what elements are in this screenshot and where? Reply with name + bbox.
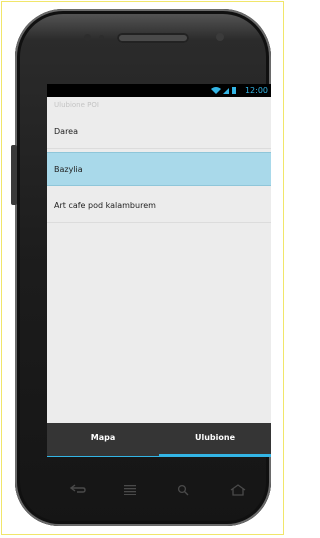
bottom-tab-bar: Mapa Ulubione — [47, 423, 271, 457]
cell-signal-icon — [223, 88, 229, 94]
list-item-label: Bazylia — [54, 165, 83, 174]
tab-label: Ulubione — [194, 433, 236, 442]
device-screen: 12:00 Ulubione POI Darea Bazylia Art caf… — [47, 84, 271, 457]
tab-mapa[interactable]: Mapa — [47, 423, 159, 457]
list-item-art-cafe[interactable]: Art cafe pod kalamburem — [47, 189, 271, 223]
list-section-header: Ulubione POI — [54, 101, 99, 109]
home-icon[interactable] — [229, 484, 247, 496]
list-item-bazylia[interactable]: Bazylia — [47, 152, 271, 186]
list-item-label: Art cafe pod kalamburem — [54, 201, 156, 210]
signal-icons — [211, 87, 236, 94]
earpiece-speaker — [117, 33, 189, 43]
battery-icon — [232, 87, 236, 94]
volume-button — [11, 145, 17, 205]
menu-icon[interactable] — [123, 484, 137, 495]
search-icon[interactable] — [177, 484, 189, 496]
back-icon[interactable] — [69, 484, 87, 494]
status-bar: 12:00 — [47, 84, 271, 97]
wifi-icon — [211, 87, 221, 94]
tab-label: Mapa — [90, 433, 116, 442]
proximity-sensor — [84, 34, 91, 41]
tab-indicator-left — [47, 456, 159, 457]
front-camera — [216, 33, 224, 41]
tab-indicator-active — [159, 454, 271, 457]
list-item-label: Darea — [54, 127, 78, 136]
status-time: 12:00 — [244, 86, 268, 95]
list-item-darea[interactable]: Darea — [47, 115, 271, 149]
light-sensor — [99, 35, 104, 40]
tab-ulubione[interactable]: Ulubione — [159, 423, 271, 457]
